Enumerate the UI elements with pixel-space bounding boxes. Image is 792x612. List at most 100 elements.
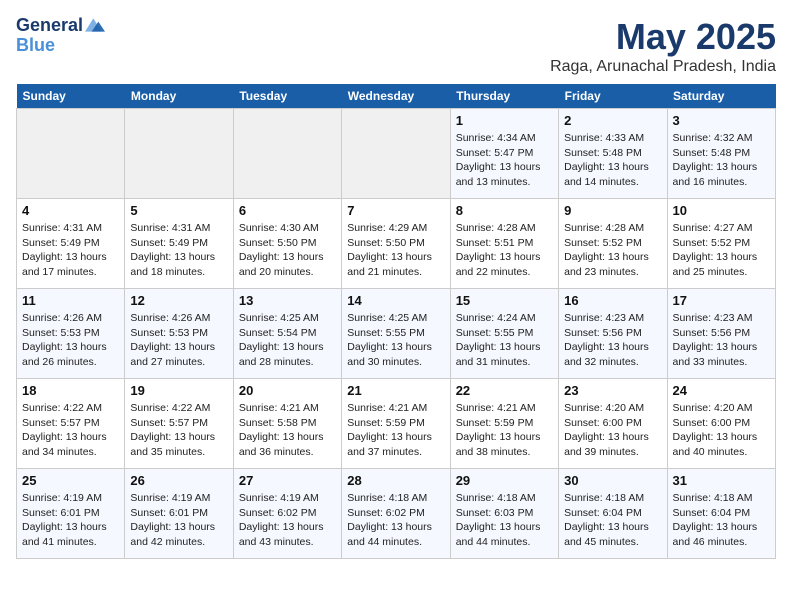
day-header-saturday: Saturday [667, 84, 775, 109]
cell-date-number: 15 [456, 293, 553, 308]
day-header-wednesday: Wednesday [342, 84, 450, 109]
logo-text-general: General [16, 16, 83, 36]
calendar-cell: 7 Sunrise: 4:29 AM Sunset: 5:50 PM Daylig… [342, 199, 450, 289]
month-year-title: May 2025 [550, 16, 776, 58]
cell-info-text: Sunrise: 4:22 AM Sunset: 5:57 PM Dayligh… [22, 401, 119, 460]
cell-info-text: Sunrise: 4:31 AM Sunset: 5:49 PM Dayligh… [130, 221, 227, 280]
cell-info-text: Sunrise: 4:23 AM Sunset: 5:56 PM Dayligh… [673, 311, 770, 370]
calendar-cell: 17 Sunrise: 4:23 AM Sunset: 5:56 PM Dayli… [667, 289, 775, 379]
cell-info-text: Sunrise: 4:34 AM Sunset: 5:47 PM Dayligh… [456, 131, 553, 190]
cell-info-text: Sunrise: 4:18 AM Sunset: 6:03 PM Dayligh… [456, 491, 553, 550]
calendar-cell: 6 Sunrise: 4:30 AM Sunset: 5:50 PM Daylig… [233, 199, 341, 289]
cell-date-number: 3 [673, 113, 770, 128]
cell-date-number: 27 [239, 473, 336, 488]
calendar-cell: 2Sunrise: 4:33 AM Sunset: 5:48 PM Daylig… [559, 109, 667, 199]
logo-text-blue: Blue [16, 36, 105, 56]
cell-info-text: Sunrise: 4:32 AM Sunset: 5:48 PM Dayligh… [673, 131, 770, 190]
cell-info-text: Sunrise: 4:20 AM Sunset: 6:00 PM Dayligh… [564, 401, 661, 460]
cell-info-text: Sunrise: 4:19 AM Sunset: 6:01 PM Dayligh… [22, 491, 119, 550]
cell-info-text: Sunrise: 4:28 AM Sunset: 5:52 PM Dayligh… [564, 221, 661, 280]
cell-date-number: 1 [456, 113, 553, 128]
calendar-cell: 18 Sunrise: 4:22 AM Sunset: 5:57 PM Dayli… [17, 379, 125, 469]
logo-icon [85, 15, 105, 35]
cell-date-number: 24 [673, 383, 770, 398]
calendar-cell: 10 Sunrise: 4:27 AM Sunset: 5:52 PM Dayli… [667, 199, 775, 289]
cell-date-number: 31 [673, 473, 770, 488]
cell-date-number: 18 [22, 383, 119, 398]
calendar-cell: 26 Sunrise: 4:19 AM Sunset: 6:01 PM Dayli… [125, 469, 233, 559]
cell-info-text: Sunrise: 4:18 AM Sunset: 6:04 PM Dayligh… [564, 491, 661, 550]
cell-date-number: 4 [22, 203, 119, 218]
cell-info-text: Sunrise: 4:21 AM Sunset: 5:59 PM Dayligh… [347, 401, 444, 460]
calendar-cell [342, 109, 450, 199]
cell-info-text: Sunrise: 4:30 AM Sunset: 5:50 PM Dayligh… [239, 221, 336, 280]
cell-date-number: 7 [347, 203, 444, 218]
calendar-week-row-1: 1 Sunrise: 4:34 AM Sunset: 5:47 PM Daylig… [17, 109, 776, 199]
calendar-title-block: May 2025 Raga, Arunachal Pradesh, India [550, 16, 776, 76]
calendar-cell: 13 Sunrise: 4:25 AM Sunset: 5:54 PM Dayli… [233, 289, 341, 379]
cell-date-number: 30 [564, 473, 661, 488]
calendar-cell: 5 Sunrise: 4:31 AM Sunset: 5:49 PM Daylig… [125, 199, 233, 289]
cell-date-number: 29 [456, 473, 553, 488]
calendar-cell: 30 Sunrise: 4:18 AM Sunset: 6:04 PM Dayli… [559, 469, 667, 559]
calendar-cell [125, 109, 233, 199]
cell-date-number: 9 [564, 203, 661, 218]
cell-date-number: 11 [22, 293, 119, 308]
cell-date-number: 13 [239, 293, 336, 308]
day-header-thursday: Thursday [450, 84, 558, 109]
cell-date-number: 5 [130, 203, 227, 218]
cell-info-text: Sunrise: 4:31 AM Sunset: 5:49 PM Dayligh… [22, 221, 119, 280]
cell-date-number: 23 [564, 383, 661, 398]
calendar-cell: 11 Sunrise: 4:26 AM Sunset: 5:53 PM Dayli… [17, 289, 125, 379]
cell-info-text: Sunrise: 4:25 AM Sunset: 5:54 PM Dayligh… [239, 311, 336, 370]
cell-date-number: 20 [239, 383, 336, 398]
location-title: Raga, Arunachal Pradesh, India [550, 58, 776, 76]
cell-date-number: 22 [456, 383, 553, 398]
calendar-week-row-5: 25Sunrise: 4:19 AM Sunset: 6:01 PM Dayli… [17, 469, 776, 559]
cell-date-number: 8 [456, 203, 553, 218]
calendar-cell: 4 Sunrise: 4:31 AM Sunset: 5:49 PM Daylig… [17, 199, 125, 289]
cell-info-text: Sunrise: 4:26 AM Sunset: 5:53 PM Dayligh… [22, 311, 119, 370]
day-header-tuesday: Tuesday [233, 84, 341, 109]
cell-info-text: Sunrise: 4:28 AM Sunset: 5:51 PM Dayligh… [456, 221, 553, 280]
cell-info-text: Sunrise: 4:22 AM Sunset: 5:57 PM Dayligh… [130, 401, 227, 460]
cell-date-number: 28 [347, 473, 444, 488]
calendar-week-row-2: 4 Sunrise: 4:31 AM Sunset: 5:49 PM Daylig… [17, 199, 776, 289]
calendar-cell [17, 109, 125, 199]
calendar-cell: 29 Sunrise: 4:18 AM Sunset: 6:03 PM Dayli… [450, 469, 558, 559]
cell-info-text: Sunrise: 4:25 AM Sunset: 5:55 PM Dayligh… [347, 311, 444, 370]
calendar-week-row-4: 18 Sunrise: 4:22 AM Sunset: 5:57 PM Dayli… [17, 379, 776, 469]
calendar-cell: 12Sunrise: 4:26 AM Sunset: 5:53 PM Dayli… [125, 289, 233, 379]
cell-info-text: Sunrise: 4:26 AM Sunset: 5:53 PM Dayligh… [130, 311, 227, 370]
calendar-cell: 24 Sunrise: 4:20 AM Sunset: 6:00 PM Dayli… [667, 379, 775, 469]
cell-info-text: Sunrise: 4:27 AM Sunset: 5:52 PM Dayligh… [673, 221, 770, 280]
calendar-cell: 19Sunrise: 4:22 AM Sunset: 5:57 PM Dayli… [125, 379, 233, 469]
calendar-cell: 22 Sunrise: 4:21 AM Sunset: 5:59 PM Dayli… [450, 379, 558, 469]
cell-info-text: Sunrise: 4:20 AM Sunset: 6:00 PM Dayligh… [673, 401, 770, 460]
cell-date-number: 14 [347, 293, 444, 308]
calendar-cell: 16Sunrise: 4:23 AM Sunset: 5:56 PM Dayli… [559, 289, 667, 379]
cell-info-text: Sunrise: 4:19 AM Sunset: 6:01 PM Dayligh… [130, 491, 227, 550]
cell-date-number: 2 [564, 113, 661, 128]
cell-info-text: Sunrise: 4:19 AM Sunset: 6:02 PM Dayligh… [239, 491, 336, 550]
cell-info-text: Sunrise: 4:24 AM Sunset: 5:55 PM Dayligh… [456, 311, 553, 370]
cell-date-number: 26 [130, 473, 227, 488]
calendar-cell: 3 Sunrise: 4:32 AM Sunset: 5:48 PM Daylig… [667, 109, 775, 199]
cell-date-number: 6 [239, 203, 336, 218]
calendar-cell: 20Sunrise: 4:21 AM Sunset: 5:58 PM Dayli… [233, 379, 341, 469]
calendar-cell: 1 Sunrise: 4:34 AM Sunset: 5:47 PM Daylig… [450, 109, 558, 199]
cell-info-text: Sunrise: 4:29 AM Sunset: 5:50 PM Dayligh… [347, 221, 444, 280]
calendar-cell: 31Sunrise: 4:18 AM Sunset: 6:04 PM Dayli… [667, 469, 775, 559]
cell-date-number: 21 [347, 383, 444, 398]
cell-info-text: Sunrise: 4:18 AM Sunset: 6:02 PM Dayligh… [347, 491, 444, 550]
cell-info-text: Sunrise: 4:23 AM Sunset: 5:56 PM Dayligh… [564, 311, 661, 370]
day-header-friday: Friday [559, 84, 667, 109]
cell-info-text: Sunrise: 4:21 AM Sunset: 5:59 PM Dayligh… [456, 401, 553, 460]
cell-date-number: 10 [673, 203, 770, 218]
calendar-cell: 28 Sunrise: 4:18 AM Sunset: 6:02 PM Dayli… [342, 469, 450, 559]
cell-date-number: 17 [673, 293, 770, 308]
days-header-row: SundayMondayTuesdayWednesdayThursdayFrid… [17, 84, 776, 109]
day-header-sunday: Sunday [17, 84, 125, 109]
calendar-cell [233, 109, 341, 199]
calendar-cell: 14 Sunrise: 4:25 AM Sunset: 5:55 PM Dayli… [342, 289, 450, 379]
